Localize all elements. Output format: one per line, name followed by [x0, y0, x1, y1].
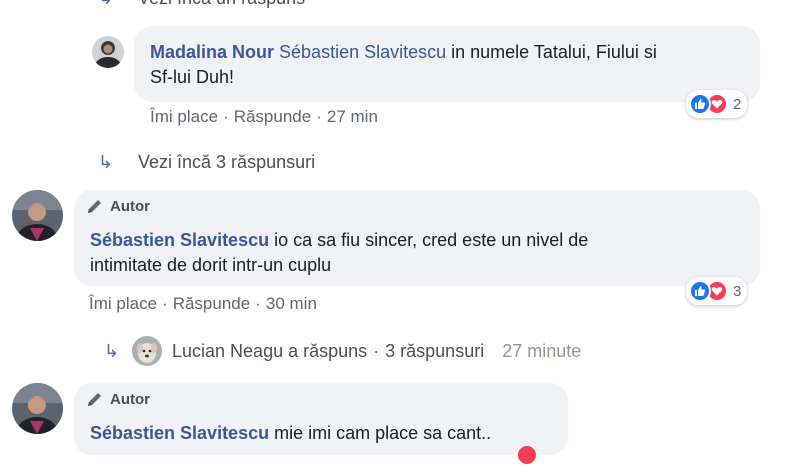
pencil-icon — [86, 392, 106, 408]
separator: · — [373, 340, 380, 361]
reactions-summary-sebastien[interactable]: 3 — [686, 277, 748, 305]
comment-text-sebastien-2: Sébastien Slavitescu mie imi cam place s… — [90, 421, 560, 446]
view-more-replies-link-top[interactable]: ↳ Vezi încă un răspuns — [98, 0, 305, 9]
reply-action[interactable]: Răspunde — [234, 107, 312, 126]
view-more-replies-link[interactable]: ↳ Vezi încă 3 răspunsuri — [98, 152, 315, 173]
comment-author-name[interactable]: Sébastien Slavitescu — [90, 423, 269, 443]
separator: · — [162, 294, 168, 313]
comment-bubble-sebastien: Autor Sébastien Slavitescu io ca sa fiu … — [74, 190, 760, 286]
mention-link[interactable]: Sébastien Slavitescu — [279, 42, 446, 62]
comment-text-line1: io ca sa fiu sincer, cred este un nivel … — [269, 230, 589, 250]
reply-arrow-icon: ↳ — [104, 340, 120, 361]
author-badge-label: Autor — [110, 391, 150, 408]
reactions-summary-madalina[interactable]: 2 — [686, 90, 748, 118]
separator: · — [223, 107, 229, 126]
comment-text: mie imi cam place sa cant.. — [269, 423, 492, 443]
comment-text-line2: Sf-lui Duh! — [150, 67, 235, 87]
comment-text-sebastien: Sébastien Slavitescu io ca sa fiu sincer… — [90, 228, 750, 278]
author-badge: Autor — [86, 198, 150, 215]
comment-time[interactable]: 30 min — [266, 294, 317, 313]
reaction-count: 3 — [733, 282, 742, 300]
author-badge: Autor — [86, 391, 150, 408]
reply-arrow-icon: ↳ — [98, 0, 118, 9]
view-more-replies-label: Vezi încă un răspuns — [138, 0, 305, 9]
like-icon — [689, 93, 711, 115]
lucian-replies-link[interactable]: ↳ Lucian Neagu a răspuns · 3 răspunsuri … — [104, 336, 581, 366]
lucian-reply-text: Lucian Neagu a răspuns — [172, 340, 368, 361]
comment-text-madalina: Madalina Nour Sébastien Slavitescu in nu… — [150, 40, 750, 90]
pencil-icon — [86, 199, 106, 215]
view-more-replies-label: Vezi încă 3 răspunsuri — [138, 152, 316, 172]
separator: · — [316, 107, 322, 126]
reply-arrow-icon: ↳ — [98, 152, 114, 172]
comment-text-line1: in numele Tatalui, Fiului si — [446, 42, 657, 62]
reaction-count: 2 — [733, 95, 742, 113]
avatar-madalina[interactable] — [92, 36, 124, 68]
author-badge-label: Autor — [110, 198, 150, 215]
like-icon — [689, 280, 711, 302]
comment-time[interactable]: 27 min — [327, 107, 378, 126]
like-action[interactable]: Îmi place — [89, 294, 157, 313]
reply-action[interactable]: Răspunde — [173, 294, 251, 313]
avatar-sebastien-2[interactable] — [12, 383, 63, 434]
avatar-sebastien[interactable] — [12, 190, 63, 241]
love-icon — [516, 444, 538, 466]
comment-text-line2: intimitate de dorit intr-un cuplu — [90, 255, 332, 275]
comment-author-name[interactable]: Sébastien Slavitescu — [90, 230, 269, 250]
lucian-reply-time: 27 minute — [502, 340, 582, 361]
avatar-lucian — [132, 336, 162, 366]
lucian-reply-count: 3 răspunsuri — [385, 340, 485, 361]
comment-author-name[interactable]: Madalina Nour — [150, 42, 274, 62]
comment-actions-sebastien: Îmi place · Răspunde · 30 min — [89, 294, 317, 314]
separator: · — [255, 294, 261, 313]
comment-bubble-sebastien-2: Autor Sébastien Slavitescu mie imi cam p… — [74, 383, 568, 455]
comment-actions-madalina: Îmi place · Răspunde · 27 min — [150, 107, 378, 127]
comment-bubble-madalina: Madalina Nour Sébastien Slavitescu in nu… — [134, 26, 760, 102]
like-action[interactable]: Îmi place — [150, 107, 218, 126]
